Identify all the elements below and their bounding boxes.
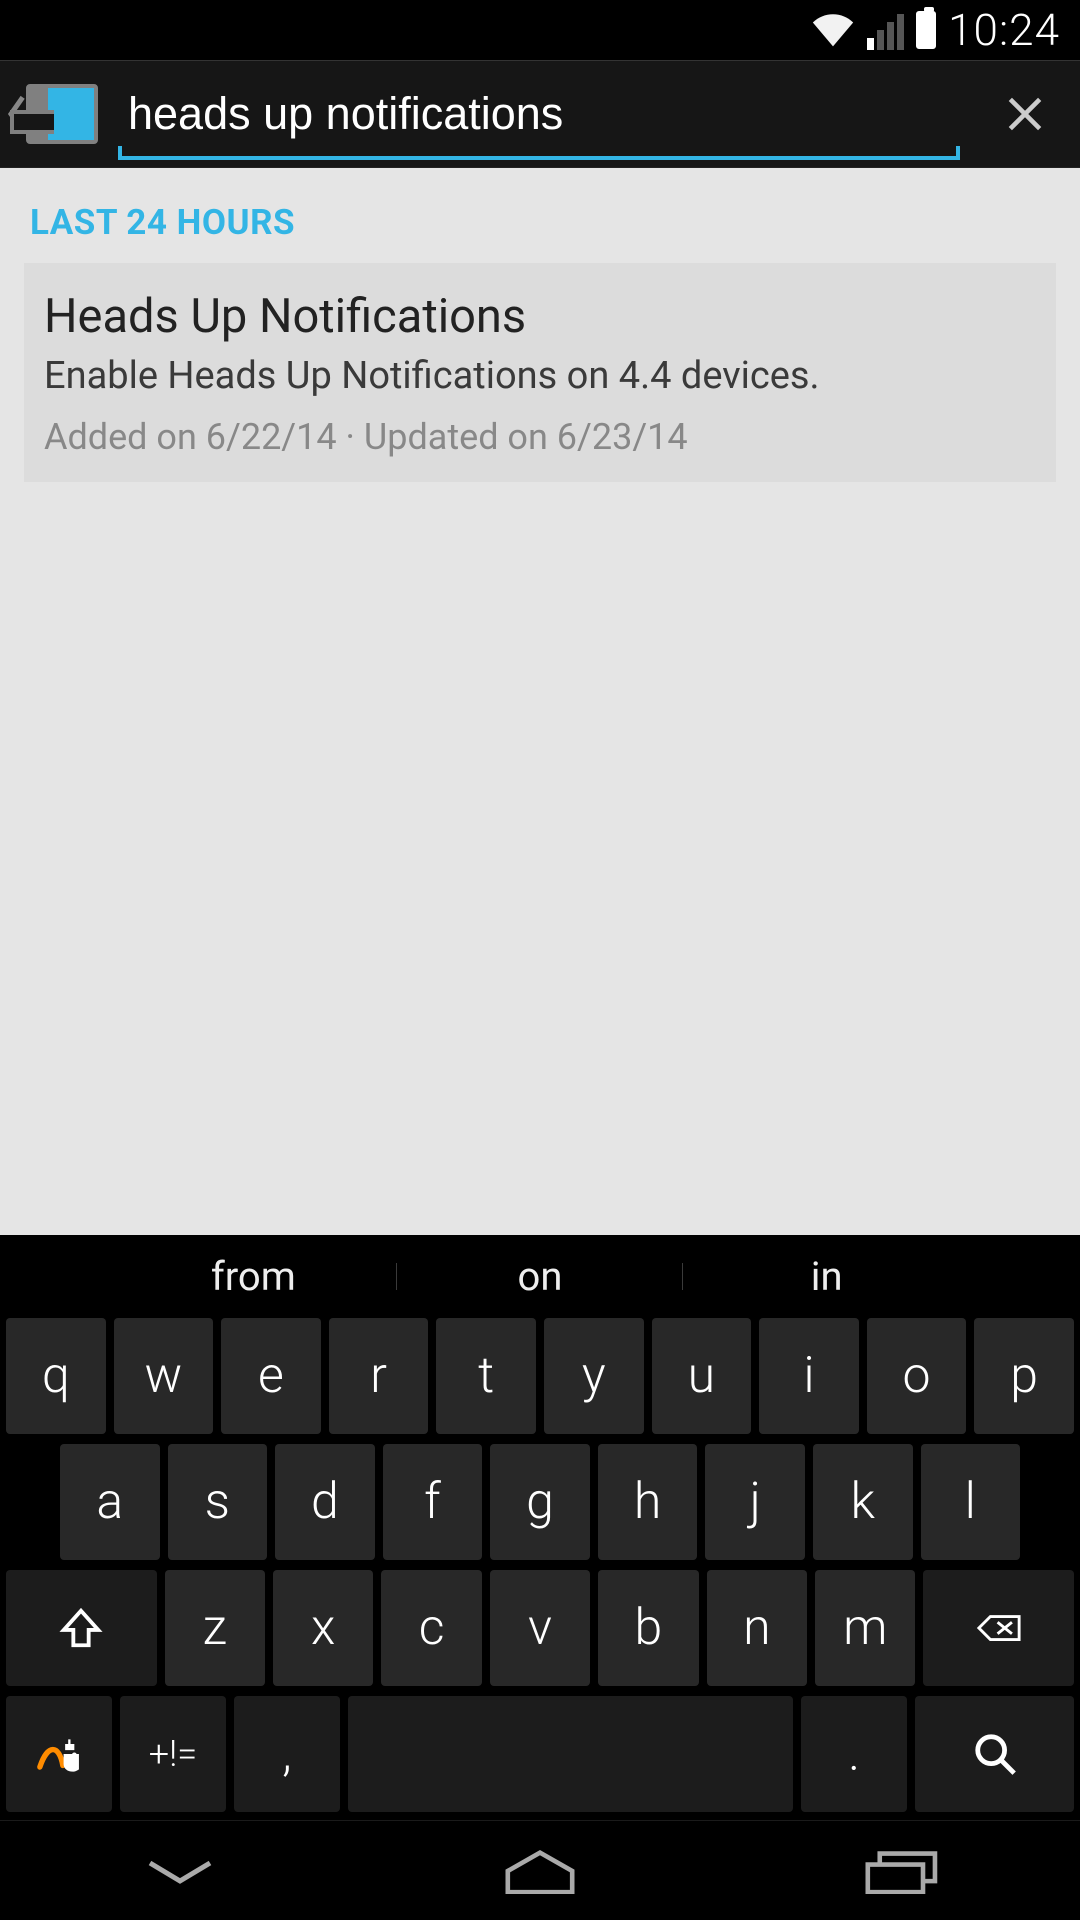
close-icon: [1003, 92, 1047, 136]
key-a[interactable]: a: [60, 1444, 160, 1560]
key-c[interactable]: c: [381, 1570, 481, 1686]
key-swype[interactable]: [6, 1696, 112, 1812]
suggestion-bar: from on in: [0, 1235, 1080, 1318]
key-space[interactable]: [348, 1696, 793, 1812]
key-row-4: +!= , .: [6, 1696, 1074, 1812]
key-e[interactable]: e: [221, 1318, 321, 1434]
result-description: Enable Heads Up Notifications on 4.4 dev…: [44, 354, 1036, 398]
key-h[interactable]: h: [598, 1444, 698, 1560]
key-d[interactable]: d: [275, 1444, 375, 1560]
status-bar: 10:24: [0, 0, 1080, 60]
search-field-container: [118, 68, 960, 160]
key-y[interactable]: y: [544, 1318, 644, 1434]
cell-signal-icon: [867, 10, 904, 50]
key-k[interactable]: k: [813, 1444, 913, 1560]
battery-icon: [916, 11, 936, 49]
key-x[interactable]: x: [273, 1570, 373, 1686]
result-item[interactable]: Heads Up Notifications Enable Heads Up N…: [24, 263, 1056, 482]
key-backspace[interactable]: [923, 1570, 1074, 1686]
results-area: LAST 24 HOURS Heads Up Notifications Ena…: [0, 168, 1080, 1235]
backspace-icon: [976, 1605, 1022, 1651]
nav-home-button[interactable]: [460, 1841, 620, 1901]
key-p[interactable]: p: [974, 1318, 1074, 1434]
key-w[interactable]: w: [114, 1318, 214, 1434]
search-input[interactable]: [118, 68, 960, 160]
nav-back-button[interactable]: [100, 1841, 260, 1901]
key-symbols[interactable]: +!=: [120, 1696, 226, 1812]
wifi-icon: [811, 8, 855, 52]
key-comma[interactable]: ,: [234, 1696, 340, 1812]
key-row-1: q w e r t y u i o p: [6, 1318, 1074, 1434]
key-shift[interactable]: [6, 1570, 157, 1686]
recents-icon: [850, 1848, 950, 1894]
key-j[interactable]: j: [705, 1444, 805, 1560]
chevron-down-icon: [130, 1848, 230, 1894]
back-button[interactable]: [0, 84, 98, 144]
xposed-app-icon: [26, 84, 98, 144]
key-l[interactable]: l: [921, 1444, 1021, 1560]
key-u[interactable]: u: [652, 1318, 752, 1434]
key-n[interactable]: n: [707, 1570, 807, 1686]
status-time: 10:24: [948, 4, 1060, 56]
clear-search-button[interactable]: [990, 79, 1060, 149]
system-nav-bar: [0, 1820, 1080, 1920]
input-underline: [118, 156, 960, 160]
key-v[interactable]: v: [490, 1570, 590, 1686]
key-b[interactable]: b: [598, 1570, 698, 1686]
key-z[interactable]: z: [165, 1570, 265, 1686]
suggestion[interactable]: on: [397, 1253, 684, 1300]
key-period[interactable]: .: [801, 1696, 907, 1812]
key-row-2: a s d f g h j k l: [6, 1444, 1074, 1560]
key-q[interactable]: q: [6, 1318, 106, 1434]
swype-icon: [36, 1731, 82, 1777]
key-s[interactable]: s: [168, 1444, 268, 1560]
result-meta: Added on 6/22/14 · Updated on 6/23/14: [44, 416, 1036, 458]
key-t[interactable]: t: [436, 1318, 536, 1434]
key-g[interactable]: g: [490, 1444, 590, 1560]
key-r[interactable]: r: [329, 1318, 429, 1434]
suggestion[interactable]: in: [683, 1253, 970, 1300]
suggestion[interactable]: from: [110, 1253, 397, 1300]
section-header: LAST 24 HOURS: [0, 176, 1080, 263]
result-title: Heads Up Notifications: [44, 289, 1036, 344]
key-m[interactable]: m: [815, 1570, 915, 1686]
key-f[interactable]: f: [383, 1444, 483, 1560]
action-bar: [0, 60, 1080, 168]
key-search[interactable]: [915, 1696, 1074, 1812]
key-i[interactable]: i: [759, 1318, 859, 1434]
home-icon: [490, 1848, 590, 1894]
soft-keyboard: from on in q w e r t y u i o p a s d f g…: [0, 1235, 1080, 1820]
key-o[interactable]: o: [867, 1318, 967, 1434]
search-icon: [972, 1731, 1018, 1777]
key-row-3: z x c v b n m: [6, 1570, 1074, 1686]
shift-icon: [58, 1605, 104, 1651]
nav-recents-button[interactable]: [820, 1841, 980, 1901]
